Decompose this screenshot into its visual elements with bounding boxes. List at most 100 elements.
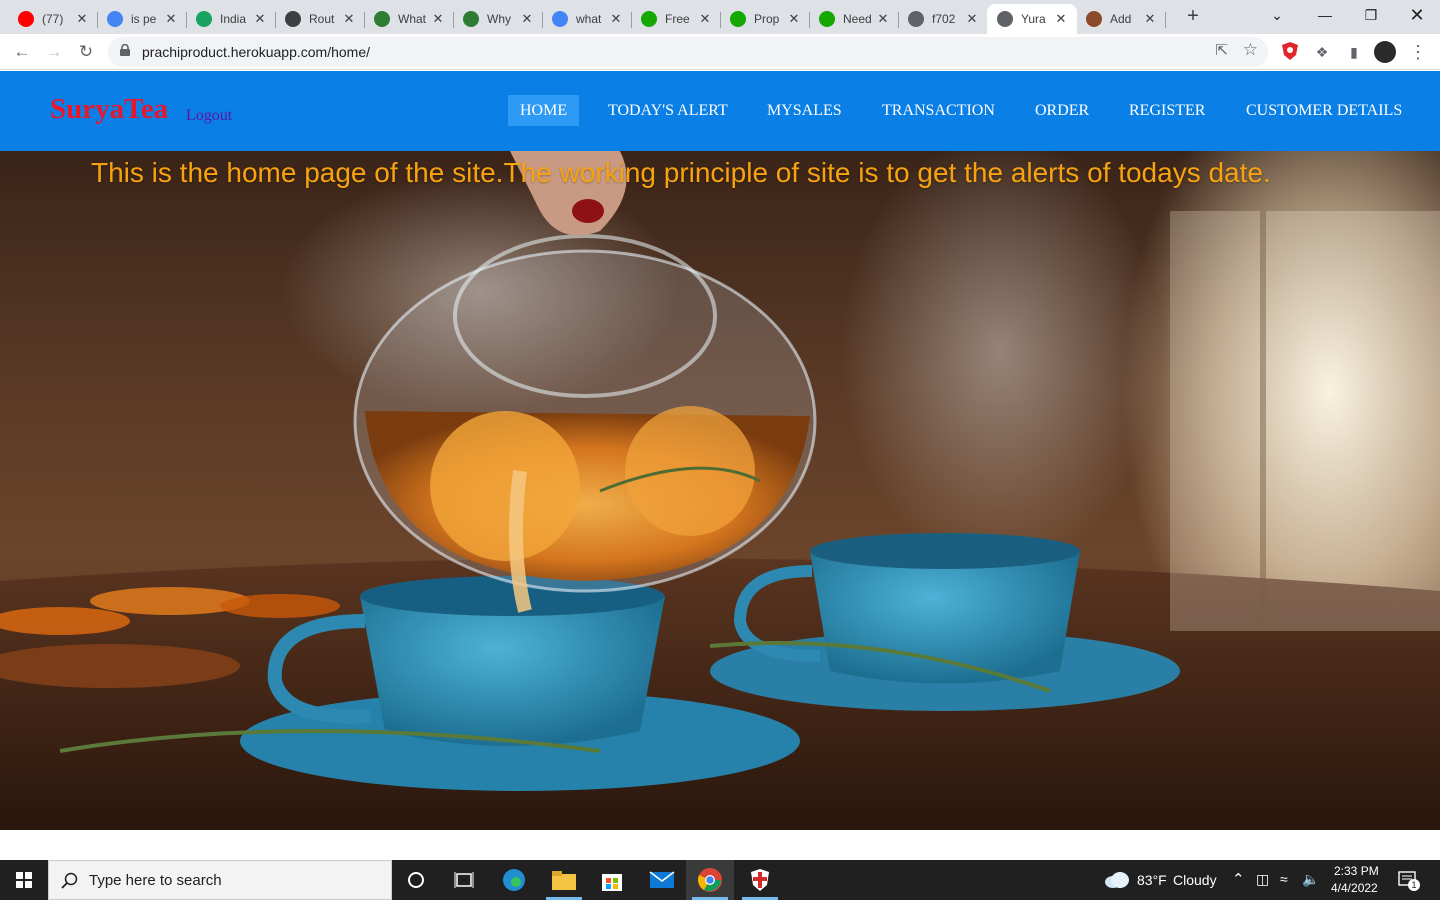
browser-tab[interactable]: Why ✕ [453,4,543,34]
youtube-icon [18,11,34,27]
browser-tab[interactable]: What ✕ [364,4,454,34]
wifi-icon[interactable]: ≈ [1280,871,1288,887]
search-icon [61,872,78,889]
tab-separator [1165,12,1166,28]
url-text[interactable]: prachiproduct.herokuapp.com/home/ [142,44,370,60]
bookmark-star-icon[interactable]: ☆ [1243,40,1258,60]
start-button[interactable] [0,860,48,900]
close-tab-icon[interactable]: ✕ [163,11,179,27]
close-tab-icon[interactable]: ✕ [252,11,268,27]
weather-temp: 83°F [1137,872,1167,888]
close-tab-icon[interactable]: ✕ [608,11,624,27]
store-icon[interactable] [588,860,636,900]
tab-title: Yura [1021,12,1046,26]
address-bar[interactable]: prachiproduct.herokuapp.com/home/ ⇱ ☆ [108,37,1268,67]
nav-order[interactable]: ORDER [1035,95,1089,126]
close-tab-icon[interactable]: ✕ [74,11,90,27]
close-tab-icon[interactable]: ✕ [519,11,535,27]
tab-title: Prop [754,12,780,26]
mail-icon[interactable] [638,860,686,900]
gg-icon [374,11,390,27]
taskbar-search[interactable]: Type here to search [48,860,392,900]
nav-transaction[interactable]: TRANSACTION [882,95,995,126]
close-tab-icon[interactable]: ✕ [1053,11,1069,27]
browser-tab[interactable]: Prop ✕ [720,4,810,34]
upwork-icon [641,11,657,27]
browser-toolbar: ← → ↻ prachiproduct.herokuapp.com/home/ … [0,34,1440,70]
tab-title: What [398,12,427,26]
weather-condition: Cloudy [1173,872,1217,888]
tab-title: Need [843,12,872,26]
browser-tab[interactable]: (77) ✕ [8,4,98,34]
side-panel-icon[interactable]: ▮ [1344,42,1364,62]
browser-tab[interactable]: Rout ✕ [275,4,365,34]
nav-mysales[interactable]: MYSALES [767,95,842,126]
tab-title: is pe [131,12,157,26]
task-view-icon[interactable] [440,860,488,900]
close-window-button[interactable]: ✕ [1394,0,1440,30]
close-tab-icon[interactable]: ✕ [341,11,357,27]
back-button[interactable]: ← [10,40,34,64]
browser-tab[interactable]: Need ✕ [809,4,899,34]
menu-kebab-icon[interactable]: ⋮ [1408,42,1428,62]
browser-tab[interactable]: Free ✕ [631,4,721,34]
chrome-icon[interactable] [686,860,734,900]
close-tab-icon[interactable]: ✕ [697,11,713,27]
notification-badge: 1 [1408,879,1420,891]
forward-button[interactable]: → [42,40,66,64]
site-brand[interactable]: SuryaTea [50,93,168,126]
browser-tab[interactable]: f702 ✕ [898,4,988,34]
cloud-icon [1105,872,1129,888]
close-tab-icon[interactable]: ✕ [875,11,891,27]
clock-date[interactable]: 4/4/2022 [1331,881,1378,895]
nav-customer-details[interactable]: CUSTOMER DETAILS [1246,95,1402,126]
gg-icon [463,11,479,27]
share-icon[interactable]: ⇱ [1215,41,1228,59]
upwork-icon [730,11,746,27]
globe-icon [908,11,924,27]
google-icon [107,11,123,27]
close-tab-icon[interactable]: ✕ [786,11,802,27]
logout-link[interactable]: Logout [186,107,232,125]
tab-title: India [220,12,247,26]
close-tab-icon[interactable]: ✕ [964,11,980,27]
browser-tab[interactable]: what ✕ [542,4,632,34]
cb-icon [196,11,212,27]
brave-shield-icon[interactable] [1280,42,1300,62]
browser-tab[interactable]: India ✕ [186,4,276,34]
cortana-icon[interactable] [392,860,440,900]
file-explorer-icon[interactable] [540,860,588,900]
close-tab-icon[interactable]: ✕ [1142,11,1158,27]
edge-browser-icon[interactable] [490,860,538,900]
tab-title: Free [665,12,690,26]
nav-register[interactable]: REGISTER [1129,95,1205,126]
tray-chevron-up-icon[interactable]: ⌃ [1232,870,1245,888]
document-icon [285,11,301,27]
nav-home[interactable]: HOME [508,95,580,126]
volume-icon[interactable]: 🔈 [1302,871,1319,888]
globe-icon [997,11,1013,27]
new-tab-button[interactable]: + [1182,6,1204,28]
tab-title: f702 [932,12,956,26]
reload-button[interactable]: ↻ [74,40,98,64]
tea-scene-illustration [0,151,1440,830]
maximize-button[interactable]: ❐ [1348,0,1394,30]
extensions-icon[interactable]: ❖ [1312,42,1332,62]
tab-search-icon[interactable]: ⌄ [1254,0,1300,30]
tab-title: (77) [42,12,64,26]
google-icon [552,11,568,27]
close-tab-icon[interactable]: ✕ [430,11,446,27]
device-icon[interactable]: ◫ [1256,871,1269,888]
nav-todays-alert[interactable]: TODAY'S ALERT [608,95,728,126]
clock-time[interactable]: 2:33 PM [1334,864,1379,878]
profile-avatar[interactable] [1374,41,1396,63]
browser-tab[interactable]: Yura ✕ [987,4,1077,34]
tab-title: Rout [309,12,335,26]
browser-tab[interactable]: is pe ✕ [97,4,187,34]
notification-center-icon[interactable]: 1 [1398,870,1420,891]
minimize-button[interactable]: — [1302,0,1348,30]
browser-tab[interactable]: Add ✕ [1076,4,1166,34]
upwork-icon [819,11,835,27]
search-placeholder: Type here to search [89,872,222,889]
shield-app-icon[interactable] [736,860,784,900]
